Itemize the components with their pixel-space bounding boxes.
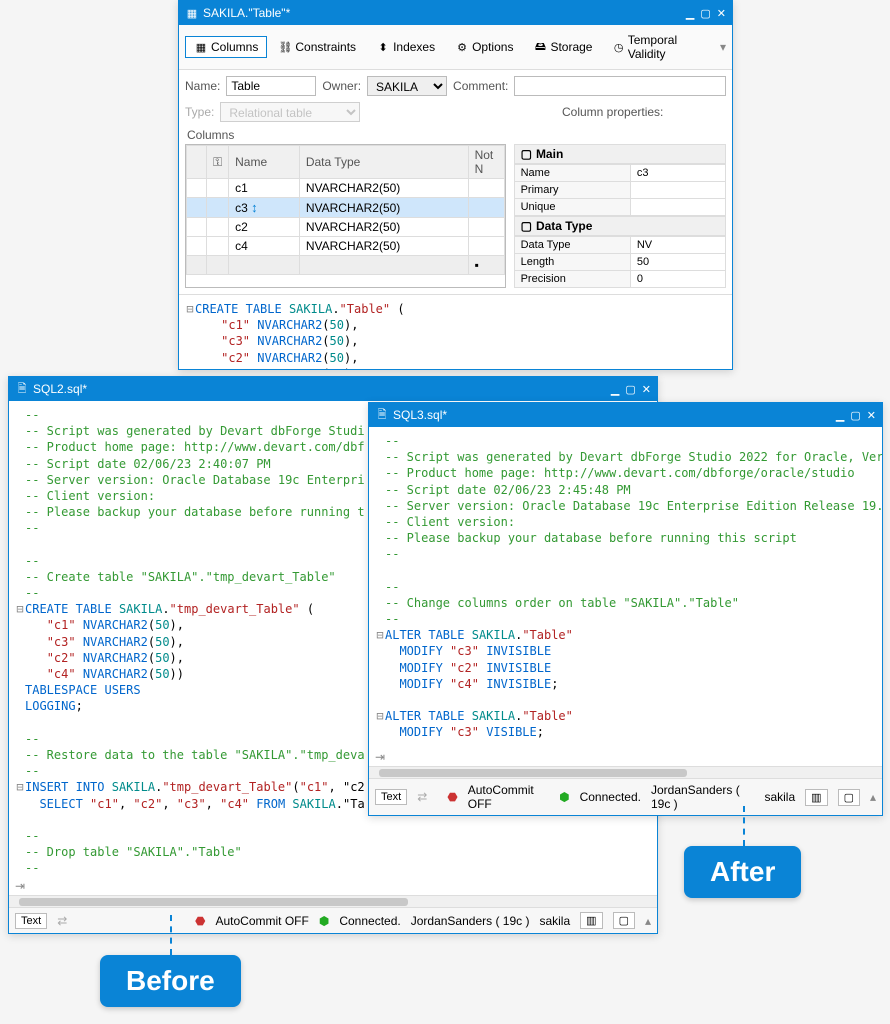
after-titlebar[interactable]: 🗎 SQL3.sql* ▁ ▢ ✕: [369, 403, 882, 427]
after-label: After: [684, 846, 801, 898]
after-editor[interactable]: -- -- Script was generated by Devart dbF…: [369, 427, 882, 748]
db-label[interactable]: sakila: [764, 790, 795, 804]
sql-file-icon: 🗎: [15, 382, 29, 396]
col-notnull-header[interactable]: Not N: [468, 146, 504, 179]
table-row[interactable]: c4NVARCHAR2(50): [187, 237, 505, 256]
temporal-icon: ◷: [612, 40, 624, 54]
prop-row[interactable]: Unique: [514, 199, 725, 216]
form-row-name: Name: Owner: SAKILA Comment:: [179, 70, 732, 102]
window-title: SAKILA."Table"*: [203, 6, 290, 20]
collapse-icon: ▢: [521, 219, 532, 233]
comment-label: Comment:: [453, 79, 508, 93]
minimize-icon[interactable]: ▁: [611, 383, 619, 396]
constraint-icon: ⛓: [278, 40, 292, 54]
columns-table[interactable]: ⚿ Name Data Type Not N c1NVARCHAR2(50)c3…: [185, 144, 506, 288]
before-titlebar[interactable]: 🗎 SQL2.sql* ▁ ▢ ✕: [9, 377, 657, 401]
prop-row[interactable]: Precision0: [514, 271, 725, 288]
prop-row[interactable]: Data TypeNV: [514, 237, 725, 254]
panel-btn-1[interactable]: ▥: [580, 912, 602, 929]
connected-label: Connected.: [339, 914, 400, 928]
table-window-titlebar[interactable]: ▦ SAKILA."Table"* ▁ ▢ ✕: [179, 1, 732, 25]
connected-icon: ⬢: [319, 914, 329, 928]
type-select[interactable]: Relational table: [220, 102, 360, 122]
expand-icon[interactable]: ▴: [870, 790, 876, 804]
owner-select[interactable]: SAKILA: [367, 76, 447, 96]
storage-icon: 🖴: [533, 40, 547, 54]
prop-row[interactable]: Primary: [514, 182, 725, 199]
expand-icon[interactable]: ▴: [645, 914, 651, 928]
comment-field[interactable]: [514, 76, 726, 96]
autocommit-label[interactable]: AutoCommit OFF: [216, 914, 309, 928]
props-title: Column properties:: [556, 103, 726, 121]
form-row-type: Type: Relational table Column properties…: [179, 102, 732, 128]
editor-tabs: ▦Columns ⛓Constraints ⬍Indexes ⚙Options …: [179, 25, 732, 70]
maximize-icon[interactable]: ▢: [625, 383, 635, 396]
props-main-header[interactable]: ▢Main: [514, 144, 726, 164]
options-icon: ⚙: [455, 40, 469, 54]
maximize-icon[interactable]: ▢: [850, 409, 860, 422]
after-hscroll[interactable]: [369, 766, 882, 778]
connected-icon: ⬢: [559, 790, 569, 804]
user-label[interactable]: JordanSanders ( 19c ): [651, 783, 754, 811]
panel-btn-1[interactable]: ▥: [805, 789, 827, 806]
text-mode-button[interactable]: Text: [375, 789, 407, 805]
window-title: SQL3.sql*: [393, 408, 447, 422]
column-props-panel: ▢Main Namec3PrimaryUnique ▢Data Type Dat…: [514, 144, 726, 288]
index-icon: ⬍: [376, 40, 390, 54]
col-datatype-header[interactable]: Data Type: [299, 146, 468, 179]
table-row[interactable]: c2NVARCHAR2(50): [187, 218, 505, 237]
tab-constraints[interactable]: ⛓Constraints: [269, 36, 365, 58]
db-label[interactable]: sakila: [539, 914, 570, 928]
before-statusbar: Text ⇄ ⬣ AutoCommit OFF ⬢ Connected. Jor…: [9, 907, 657, 933]
after-statusbar: Text ⇄ ⬣ AutoCommit OFF ⬢ Connected. Jor…: [369, 778, 882, 815]
before-hscroll[interactable]: [9, 895, 657, 907]
table-row[interactable]: c1NVARCHAR2(50): [187, 179, 505, 198]
table-editor-window: ▦ SAKILA."Table"* ▁ ▢ ✕ ▦Columns ⛓Constr…: [178, 0, 733, 370]
maximize-icon[interactable]: ▢: [700, 7, 710, 20]
col-key-header[interactable]: ⚿: [207, 146, 229, 179]
prop-row[interactable]: Length50: [514, 254, 725, 271]
panel-btn-2[interactable]: ▢: [613, 912, 635, 929]
table-icon: ▦: [185, 6, 199, 20]
minimize-icon[interactable]: ▁: [836, 409, 844, 422]
close-icon[interactable]: ✕: [717, 7, 726, 20]
owner-label: Owner:: [322, 79, 361, 93]
close-icon[interactable]: ✕: [867, 409, 876, 422]
connected-label: Connected.: [580, 790, 641, 804]
before-label: Before: [100, 955, 241, 1007]
tab-storage[interactable]: 🖴Storage: [524, 36, 601, 58]
user-label[interactable]: JordanSanders ( 19c ): [411, 914, 530, 928]
columns-icon: ▦: [194, 40, 208, 54]
overflow-icon[interactable]: ▾: [720, 40, 726, 54]
table-row[interactable]: c3 ↕NVARCHAR2(50): [187, 198, 505, 218]
columns-section-label: Columns: [179, 126, 732, 144]
table-sql-preview[interactable]: ⊟CREATE TABLE SAKILA."Table" ( "c1" NVAR…: [179, 294, 732, 369]
transfer-icon[interactable]: ⇄: [57, 914, 67, 928]
text-mode-button[interactable]: Text: [15, 913, 47, 929]
window-title: SQL2.sql*: [33, 382, 87, 396]
panel-btn-2[interactable]: ▢: [838, 789, 860, 806]
minimize-icon[interactable]: ▁: [686, 7, 694, 20]
autocommit-icon: ⬣: [447, 790, 457, 804]
transfer-icon[interactable]: ⇄: [417, 790, 427, 804]
autocommit-label[interactable]: AutoCommit OFF: [468, 783, 549, 811]
collapse-icon: ▢: [521, 147, 532, 161]
autocommit-icon: ⬣: [195, 914, 205, 928]
prop-row[interactable]: Namec3: [514, 165, 725, 182]
name-field[interactable]: [226, 76, 316, 96]
tab-indexes[interactable]: ⬍Indexes: [367, 36, 444, 58]
close-icon[interactable]: ✕: [642, 383, 651, 396]
type-label: Type:: [185, 105, 214, 119]
after-sql-window: 🗎 SQL3.sql* ▁ ▢ ✕ -- -- Script was generate…: [368, 402, 883, 816]
sql-file-icon: 🗎: [375, 408, 389, 422]
props-dt-header[interactable]: ▢Data Type: [514, 216, 726, 236]
tab-temporal[interactable]: ◷Temporal Validity: [603, 29, 715, 65]
tab-options[interactable]: ⚙Options: [446, 36, 522, 58]
col-name-header[interactable]: Name: [229, 146, 300, 179]
col-chk-header[interactable]: [187, 146, 207, 179]
tab-columns[interactable]: ▦Columns: [185, 36, 267, 58]
name-label: Name:: [185, 79, 220, 93]
